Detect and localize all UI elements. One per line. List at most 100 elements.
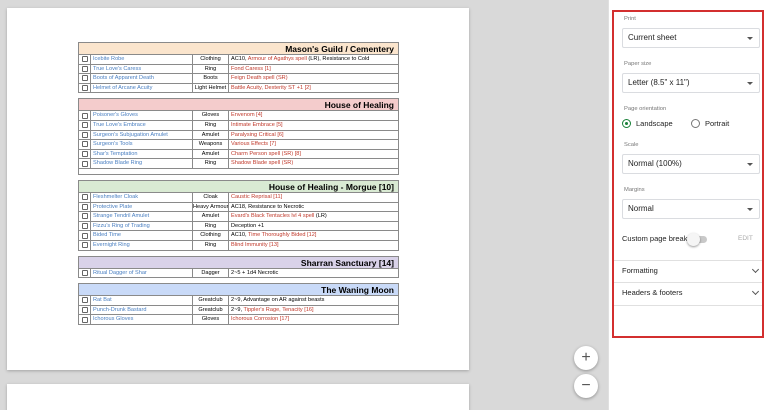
checkbox-cell — [79, 315, 91, 324]
table-row: Poisoner's Gloves Gloves Envenom [4] — [78, 111, 399, 121]
description-segment: (LR), Resistance to Cold — [306, 56, 370, 62]
item-name-cell: Fizzu's Ring of Trading — [91, 221, 193, 231]
description-segment: AC10, — [231, 232, 248, 239]
item-name-cell: Ichorous Gloves — [91, 315, 193, 324]
portrait-radio[interactable] — [691, 119, 700, 128]
table-row: Shar's Temptation Amulet Charm Person spel… — [78, 149, 399, 160]
checkbox — [81, 194, 88, 201]
portrait-label[interactable]: Portrait — [705, 119, 729, 128]
item-type-cell: Gloves — [193, 315, 229, 324]
description-segment: Deception +1 — [231, 222, 265, 229]
item-name-cell: Strange Tendril Amulet — [91, 212, 193, 221]
table-row: Punch-Drunk Bastard Greatclub 2~9, Tippler… — [78, 305, 399, 316]
item-type-cell: Ring — [193, 221, 229, 231]
description-segment: Intimate Embrace [5] — [231, 121, 283, 128]
item-type-cell: Gloves — [193, 111, 229, 120]
headers-footers-expander[interactable]: Headers & footers — [622, 286, 760, 300]
landscape-radio[interactable] — [622, 119, 631, 128]
table-row: Ritual Dagger of Shar Dagger 2~5 + 1d4 Nec… — [78, 268, 399, 279]
description-segment: (LR) — [314, 213, 327, 220]
item-name-cell: True Love's Caress — [91, 64, 193, 74]
item-description-cell: 2~5 + 1d4 Necrotic — [229, 269, 398, 278]
checkbox-cell — [79, 159, 91, 168]
divider — [614, 260, 762, 261]
item-description-cell: Intimate Embrace [5] — [229, 121, 398, 130]
item-description-cell: AC10, Time Thoroughly Bided [12] — [229, 231, 398, 240]
item-description-cell: Charm Person spell (SR) [8] — [229, 150, 398, 159]
item-description-cell: Battle Acuity, Dexterity ST +1 [2] — [229, 84, 398, 93]
preview-page-1: Mason's Guild / Cementery Icebite Robe Clo… — [7, 8, 469, 370]
description-segment: Feign Death spell (SR) — [231, 75, 288, 82]
description-segment: AC10, — [231, 56, 248, 62]
checkbox-cell — [79, 130, 91, 140]
empty-row — [78, 168, 399, 175]
checkbox — [81, 269, 88, 276]
zoom-in-button[interactable]: + — [574, 346, 598, 370]
divider — [614, 282, 762, 283]
page-orientation-label: Page orientation — [624, 106, 667, 112]
checkbox-cell — [79, 240, 91, 250]
item-description-cell: Deception +1 — [229, 222, 398, 231]
formatting-expander[interactable]: Formatting — [622, 264, 760, 278]
landscape-label[interactable]: Landscape — [636, 119, 673, 128]
item-type-cell: Greatclub — [193, 305, 229, 315]
margins-value: Normal — [628, 204, 654, 213]
description-segment: AC18, Resistance to Necrotic — [231, 203, 305, 210]
edit-breaks-button[interactable]: EDIT — [738, 235, 753, 242]
item-name-cell: True Love's Embrace — [91, 120, 193, 130]
description-segment: Envenom [4] — [231, 112, 263, 119]
checkbox — [81, 223, 88, 230]
margins-select[interactable]: Normal — [622, 199, 760, 219]
table-row: Evernight Ring Ring Blind Immunity [13] — [78, 240, 399, 251]
paper-size-select[interactable]: Letter (8.5" x 11") — [622, 73, 760, 93]
print-select[interactable]: Current sheet — [622, 28, 760, 48]
table-row: Icebite Robe Clothing AC10, Armour of Agat… — [78, 55, 399, 65]
item-name-cell: Poisoner's Gloves — [91, 111, 193, 120]
checkbox — [81, 65, 88, 72]
item-type-cell: Light Helmet — [193, 83, 229, 93]
checkbox-cell — [79, 149, 91, 159]
print-preview-area[interactable]: Mason's Guild / Cementery Icebite Robe Clo… — [0, 0, 608, 410]
checkbox — [81, 232, 88, 239]
sheet-section: House of Healing Poisoner's Gloves Gloves E… — [78, 98, 399, 175]
item-name-cell: Punch-Drunk Bastard — [91, 305, 193, 315]
table-row: True Love's Embrace Ring Intimate Embrace … — [78, 120, 399, 131]
item-description-cell: Envenom [4] — [229, 111, 398, 120]
table-row: Protective Plate Heavy Armour AC18, Resist… — [78, 202, 399, 213]
sheet-section: The Waning Moon Rat Bat Greatclub 2~9, Adva… — [78, 283, 399, 325]
checkbox — [81, 160, 88, 167]
description-segment: Charm Person spell (SR) [8] — [231, 150, 301, 157]
checkbox — [81, 122, 88, 129]
checkbox-cell — [79, 74, 91, 83]
paper-size-label: Paper size — [624, 61, 652, 67]
checkbox — [81, 141, 88, 148]
checkbox-cell — [79, 221, 91, 231]
description-segment: Paralysing Critical [6] — [231, 131, 284, 138]
item-name-cell: Bided Time — [91, 231, 193, 240]
checkbox-cell — [79, 296, 91, 305]
item-type-cell: Clothing — [193, 55, 229, 64]
item-description-cell: AC18, Resistance to Necrotic — [229, 203, 398, 212]
item-description-cell: 2~9, Advantage on AR against beasts — [229, 296, 398, 305]
checkbox-cell — [79, 120, 91, 130]
checkbox-cell — [79, 140, 91, 149]
zoom-out-button[interactable]: − — [574, 374, 598, 398]
description-segment: Armour of Agathys spell — [247, 56, 307, 62]
chevron-down-icon — [751, 265, 760, 274]
table-row: Surgeon's Tools Weapons Various Effects [7… — [78, 140, 399, 150]
toggle-knob[interactable] — [687, 232, 700, 246]
description-segment: 2~9, Advantage on AR against beasts — [231, 297, 325, 304]
checkbox — [81, 297, 88, 304]
formatting-label: Formatting — [622, 266, 658, 275]
checkbox — [81, 306, 88, 313]
checkbox — [81, 242, 88, 249]
item-type-cell: Amulet — [193, 149, 229, 159]
item-description-cell: Fond Caress [1] — [229, 65, 398, 74]
item-name-cell: Helmet of Arcane Acuity — [91, 83, 193, 93]
scale-value: Normal (100%) — [628, 159, 682, 168]
checkbox — [81, 75, 88, 82]
checkbox-cell — [79, 231, 91, 240]
item-name-cell: Surgeon's Tools — [91, 140, 193, 149]
scale-select[interactable]: Normal (100%) — [622, 154, 760, 174]
preview-page-2 — [7, 384, 469, 410]
